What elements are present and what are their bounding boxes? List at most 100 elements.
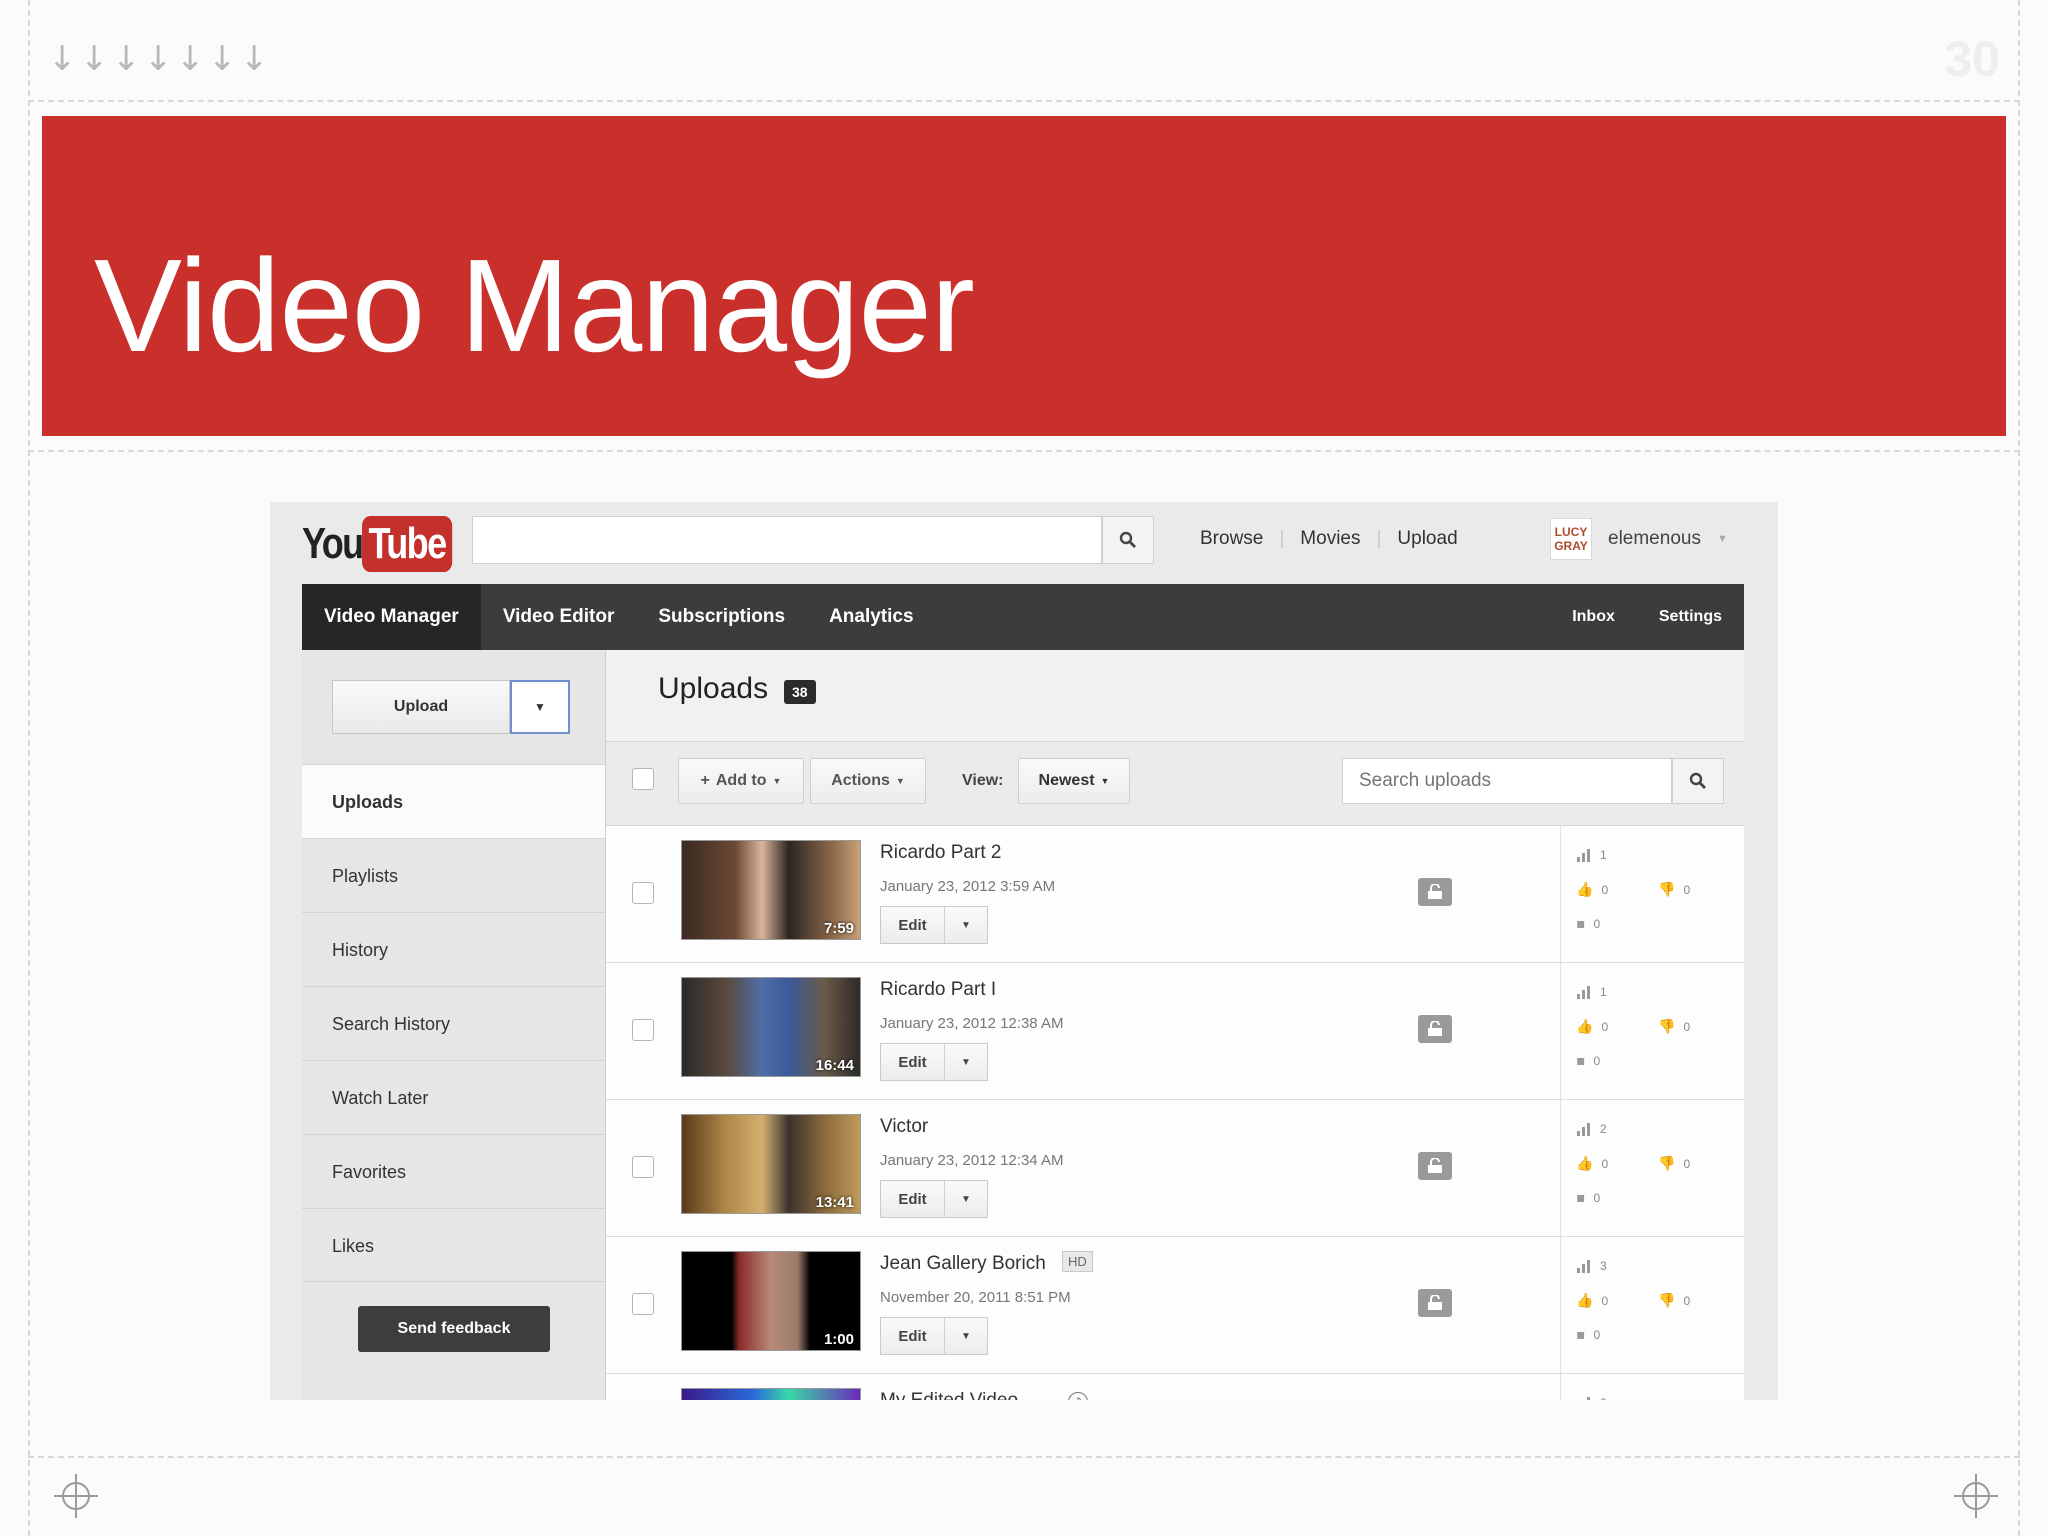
avatar: LUCY GRAY (1550, 518, 1592, 560)
edit-label: Edit (881, 1318, 945, 1354)
edit-button[interactable]: Edit ▼ (880, 1180, 988, 1218)
dislikes-stat: 👎 0 (1658, 882, 1690, 898)
chevron-down-icon: ▼ (895, 776, 905, 786)
select-all-checkbox[interactable] (632, 768, 654, 790)
send-feedback-button[interactable]: Send feedback (358, 1306, 550, 1352)
video-title[interactable]: Ricardo Part 2 (880, 842, 1001, 864)
video-row: 1:00 Jean Gallery Borich HD November 20,… (606, 1237, 1744, 1374)
edit-button[interactable]: Edit ▼ (880, 1043, 988, 1081)
privacy-lock-icon[interactable] (1418, 1152, 1452, 1180)
thumbs-down-icon: 👎 (1658, 882, 1676, 898)
views-stat: 1 (1576, 848, 1607, 862)
chevron-down-icon[interactable]: ▼ (945, 1318, 987, 1354)
video-thumbnail[interactable]: 13:41 (681, 1114, 861, 1214)
edit-label: Edit (881, 1044, 945, 1080)
user-menu[interactable]: LUCY GRAY elemenous ▼ (1550, 518, 1728, 560)
movies-link[interactable]: Movies (1284, 528, 1376, 550)
sidebar-item-favorites[interactable]: Favorites (302, 1134, 605, 1208)
privacy-lock-icon[interactable] (1418, 1015, 1452, 1043)
video-checkbox[interactable] (632, 1156, 654, 1178)
video-title[interactable]: Victor (880, 1116, 928, 1138)
guide-line-right (2018, 0, 2020, 1536)
search-uploads-input[interactable] (1342, 758, 1672, 804)
sidebar-item-search-history[interactable]: Search History (302, 986, 605, 1060)
nav-bar: Video Manager Video Editor Subscriptions… (302, 584, 1744, 650)
privacy-lock-icon[interactable] (1418, 1289, 1452, 1317)
likes-count: 0 (1601, 1294, 1609, 1308)
video-date: November 20, 2011 8:51 PM (880, 1289, 1071, 1306)
stats-divider (1560, 963, 1561, 1099)
view-select[interactable]: Newest ▼ (1018, 758, 1130, 804)
upload-link[interactable]: Upload (1381, 528, 1473, 550)
youtube-logo[interactable]: You Tube (302, 516, 472, 572)
video-checkbox[interactable] (632, 882, 654, 904)
inbox-link[interactable]: Inbox (1550, 584, 1637, 650)
upload-button[interactable]: Upload (332, 680, 510, 734)
video-list: 7:59 Ricardo Part 2 January 23, 2012 3:5… (606, 826, 1744, 1400)
video-title[interactable]: Ricardo Part I (880, 979, 996, 1001)
sidebar-item-playlists[interactable]: Playlists (302, 838, 605, 912)
actions-label: Actions (831, 772, 890, 789)
sidebar-item-uploads[interactable]: Uploads (302, 764, 605, 838)
dislikes-count: 0 (1683, 1294, 1691, 1308)
video-checkbox[interactable] (632, 1293, 654, 1315)
actions-button[interactable]: Actions ▼ (810, 758, 926, 804)
settings-link[interactable]: Settings (1637, 584, 1744, 650)
browse-link[interactable]: Browse (1184, 528, 1279, 550)
thumbs-down-icon: 👎 (1658, 1156, 1676, 1172)
comment-icon: ▪ (1576, 1053, 1586, 1069)
tab-analytics[interactable]: Analytics (807, 584, 935, 650)
search-input[interactable] (472, 516, 1102, 564)
arrow-down-icons: ↓ ↓ ↓ ↓ ↓ ↓ ↓ (48, 39, 269, 79)
sidebar-item-likes[interactable]: Likes (302, 1208, 605, 1282)
search-uploads-button[interactable] (1672, 758, 1724, 804)
slide-title: Video Manager (94, 232, 975, 379)
sidebar-item-watch-later[interactable]: Watch Later (302, 1060, 605, 1134)
dislikes-count: 0 (1683, 1157, 1691, 1171)
view-label: View: (962, 772, 1004, 789)
video-thumbnail[interactable]: 16:44 (681, 977, 861, 1077)
bar-chart-icon (1587, 1397, 1590, 1400)
chevron-down-icon[interactable]: ▼ (945, 1044, 987, 1080)
video-thumbnail[interactable]: 7:59 (681, 840, 861, 940)
video-thumbnail[interactable]: 1:00 (681, 1251, 861, 1351)
thumbs-down-icon: 👎 (1658, 1293, 1676, 1309)
video-checkbox[interactable] (632, 1019, 654, 1041)
video-date: January 23, 2012 12:34 AM (880, 1152, 1064, 1169)
dislikes-stat: 👎 0 (1658, 1019, 1690, 1035)
arrow-down-icon: ↓ (112, 39, 141, 79)
chevron-down-icon[interactable]: ▼ (945, 1181, 987, 1217)
sidebar-item-history[interactable]: History (302, 912, 605, 986)
upload-split-button: Upload ▼ (332, 680, 570, 734)
edit-button[interactable]: Edit ▼ (880, 906, 988, 944)
comments-stat: ▪ 0 (1576, 1327, 1600, 1343)
add-to-button[interactable]: + Add to ▼ (678, 758, 804, 804)
crosshair-icon (54, 1474, 98, 1518)
video-duration: 13:41 (815, 1194, 854, 1211)
video-title[interactable]: My Edited Video (880, 1390, 1018, 1400)
top-links: Browse | Movies | Upload (1184, 528, 1474, 550)
thumbs-up-icon: 👍 (1576, 1019, 1594, 1035)
bar-chart-icon (1577, 986, 1590, 999)
video-row: 7:59 Ricardo Part 2 January 23, 2012 3:5… (606, 826, 1744, 963)
arrow-down-icon: ↓ (176, 39, 205, 79)
video-thumbnail[interactable] (681, 1388, 861, 1400)
video-duration: 7:59 (823, 920, 854, 937)
upload-dropdown-button[interactable]: ▼ (510, 680, 570, 734)
tab-subscriptions[interactable]: Subscriptions (636, 584, 807, 650)
tab-video-editor[interactable]: Video Editor (481, 584, 637, 650)
likes-stat: 👍 0 (1576, 882, 1608, 898)
comments-stat: ▪ 0 (1576, 1053, 1600, 1069)
video-title[interactable]: Jean Gallery Borich (880, 1253, 1046, 1275)
privacy-lock-icon[interactable] (1418, 878, 1452, 906)
search-button[interactable] (1102, 516, 1154, 564)
edit-button[interactable]: Edit ▼ (880, 1317, 988, 1355)
stats-divider (1560, 1100, 1561, 1236)
arrow-down-icon: ↓ (240, 39, 269, 79)
tab-video-manager[interactable]: Video Manager (302, 584, 481, 650)
thumbs-up-icon: 👍 (1576, 882, 1594, 898)
dislikes-stat: 👎 0 (1658, 1156, 1690, 1172)
chevron-down-icon[interactable]: ▼ (945, 907, 987, 943)
dislikes-stat: 👎 0 (1658, 1293, 1690, 1309)
comments-stat: ▪ 0 (1576, 1190, 1600, 1206)
